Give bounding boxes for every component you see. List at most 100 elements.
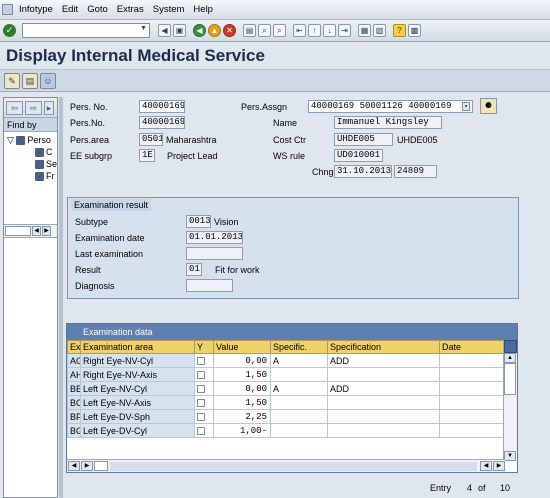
- scroll-right-icon[interactable]: ▶: [81, 461, 93, 471]
- table-hscroll[interactable]: ◀ ▶ ◀ ▶: [67, 459, 505, 472]
- row-value[interactable]: 0,00: [213, 353, 271, 368]
- row-checkbox[interactable]: [197, 427, 205, 436]
- nav-back-icon[interactable]: ⇦: [6, 100, 23, 115]
- scroll-thumb[interactable]: [5, 226, 31, 236]
- menu-help[interactable]: Help: [193, 4, 213, 15]
- dropdown-icon[interactable]: ▾: [462, 102, 470, 111]
- row-date[interactable]: [439, 381, 506, 396]
- row-value[interactable]: 1,00-: [213, 423, 271, 438]
- hscroll-thumb[interactable]: [94, 461, 108, 471]
- row-specific[interactable]: [270, 395, 328, 410]
- nav-expand-icon[interactable]: ▸: [44, 100, 54, 115]
- menu-infotype[interactable]: Infotype: [19, 4, 53, 15]
- vscroll-track[interactable]: [504, 395, 517, 451]
- table-row[interactable]: AG Right Eye-NV-Cyl 0,00 A ADD: [67, 353, 506, 368]
- row-date[interactable]: [439, 367, 506, 382]
- shortcut-icon[interactable]: ▧: [373, 24, 386, 37]
- pers-no-input[interactable]: 40000169: [139, 100, 185, 113]
- row-value[interactable]: 1,50: [213, 367, 271, 382]
- previous-page-icon[interactable]: ↑: [308, 24, 321, 37]
- find-icon[interactable]: ⌕: [258, 24, 271, 37]
- menu-edit[interactable]: Edit: [62, 4, 78, 15]
- back-icon[interactable]: ◀: [193, 24, 206, 37]
- menu-goto[interactable]: Goto: [87, 4, 108, 15]
- col-ex[interactable]: Ex: [67, 340, 81, 354]
- row-specific[interactable]: [270, 367, 328, 382]
- row-specification[interactable]: ADD: [327, 353, 440, 368]
- row-value[interactable]: 1,50: [213, 395, 271, 410]
- first-page-icon[interactable]: ⇤: [293, 24, 306, 37]
- hscroll-track[interactable]: [110, 461, 477, 471]
- enter-icon[interactable]: ✓: [3, 24, 16, 37]
- display-change-icon[interactable]: ✎: [4, 72, 20, 89]
- tree-node-se[interactable]: Se: [7, 158, 57, 170]
- table-row[interactable]: BC Left Eye-NV-Axis 1,50: [67, 395, 506, 410]
- command-dropdown-icon[interactable]: ▼: [139, 25, 148, 36]
- pers-assgn-select[interactable]: 40000169 50001126 40000169 ▾: [308, 100, 473, 113]
- col-exam-area[interactable]: Examination area: [80, 340, 195, 354]
- menu-extras[interactable]: Extras: [117, 4, 144, 15]
- table-row[interactable]: BF Left Eye-DV-Sph 2,25: [67, 409, 506, 424]
- navigator-hscroll[interactable]: ◀ ▶: [4, 224, 57, 238]
- cancel-icon[interactable]: ✕: [223, 24, 236, 37]
- row-specific[interactable]: [270, 409, 328, 424]
- row-specification[interactable]: [327, 423, 440, 438]
- row-checkbox[interactable]: [197, 385, 205, 394]
- col-value[interactable]: Value: [213, 340, 271, 354]
- row-specification[interactable]: [327, 395, 440, 410]
- row-checkbox[interactable]: [197, 413, 205, 422]
- save-icon[interactable]: ▣: [173, 24, 186, 37]
- row-specific[interactable]: [270, 423, 328, 438]
- table-settings-icon[interactable]: [504, 340, 517, 353]
- row-checkbox[interactable]: [197, 399, 205, 408]
- tree-node-person[interactable]: ▽ Perso: [7, 134, 57, 146]
- scroll-left-icon[interactable]: ◀: [68, 461, 80, 471]
- customize-layout-icon[interactable]: ▩: [408, 24, 421, 37]
- row-specific[interactable]: A: [270, 381, 328, 396]
- next-page-icon[interactable]: ↓: [323, 24, 336, 37]
- exit-icon[interactable]: ▲: [208, 24, 221, 37]
- print-icon[interactable]: ▤: [243, 24, 256, 37]
- find-next-icon[interactable]: ⌕: [273, 24, 286, 37]
- nav-forward-icon[interactable]: ⇨: [25, 100, 42, 115]
- command-field[interactable]: ▼: [22, 23, 150, 38]
- row-checkbox[interactable]: [197, 371, 205, 380]
- sap-menu-icon[interactable]: [2, 4, 13, 15]
- row-specification[interactable]: [327, 409, 440, 424]
- scroll-right-end-icon[interactable]: ▶: [493, 461, 505, 471]
- col-specification[interactable]: Specification: [327, 340, 440, 354]
- table-row[interactable]: BB Left Eye-NV-Cyl 0,00 A ADD: [67, 381, 506, 396]
- row-specification[interactable]: [327, 367, 440, 382]
- table-row[interactable]: BG Left Eye-DV-Cyl 1,00-: [67, 423, 506, 438]
- col-date[interactable]: Date: [439, 340, 506, 354]
- row-date[interactable]: [439, 409, 506, 424]
- person-icon[interactable]: ☺: [40, 72, 56, 89]
- create-session-icon[interactable]: ▦: [358, 24, 371, 37]
- row-specification[interactable]: ADD: [327, 381, 440, 396]
- row-value[interactable]: 0,00: [213, 381, 271, 396]
- table-row[interactable]: AH Right Eye-NV-Axis 1,50: [67, 367, 506, 382]
- scroll-left-end-icon[interactable]: ◀: [480, 461, 492, 471]
- col-specific[interactable]: Specific.: [270, 340, 328, 354]
- menu-system[interactable]: System: [153, 4, 185, 15]
- tree-node-c[interactable]: C: [7, 146, 57, 158]
- scroll-up-icon[interactable]: ▲: [504, 353, 516, 363]
- row-specific[interactable]: A: [270, 353, 328, 368]
- row-date[interactable]: [439, 353, 506, 368]
- navigator-splitter[interactable]: [59, 97, 63, 498]
- tree-node-fr[interactable]: Fr: [7, 170, 57, 182]
- back-arrow-icon[interactable]: ◀: [158, 24, 171, 37]
- row-value[interactable]: 2,25: [213, 409, 271, 424]
- scroll-left-icon[interactable]: ◀: [32, 226, 41, 236]
- vscroll-thumb[interactable]: [504, 363, 516, 395]
- help-icon[interactable]: ?: [393, 24, 406, 37]
- row-checkbox[interactable]: [197, 357, 205, 366]
- last-page-icon[interactable]: ⇥: [338, 24, 351, 37]
- table-vscroll[interactable]: ▲ ▼: [503, 340, 517, 461]
- row-date[interactable]: [439, 395, 506, 410]
- document-icon[interactable]: ▤: [22, 72, 38, 89]
- org-structure-icon[interactable]: ⚈: [480, 98, 497, 114]
- find-by-label[interactable]: Find by: [4, 118, 57, 132]
- row-date[interactable]: [439, 423, 506, 438]
- col-y[interactable]: Y: [194, 340, 214, 354]
